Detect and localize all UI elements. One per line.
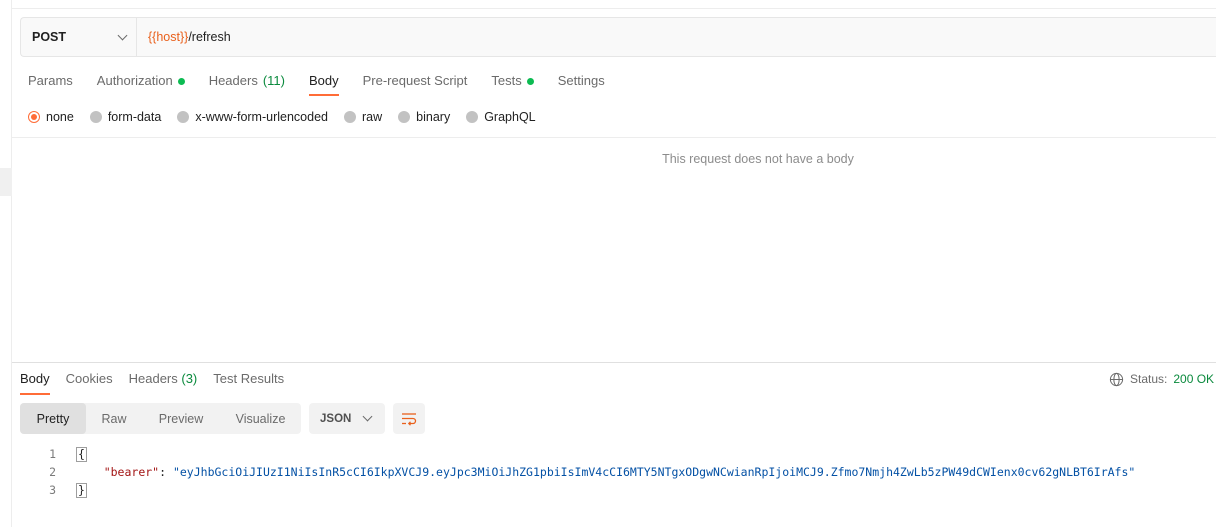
status-area: Status: 200 OK [1109, 370, 1214, 388]
url-input[interactable]: {{host}}/refresh [137, 30, 231, 44]
body-type-options: none form-data x-www-form-urlencoded raw… [28, 108, 536, 126]
tab-label: Headers [208, 73, 258, 88]
headers-count: (3) [181, 371, 198, 386]
body-type-form-data[interactable]: form-data [89, 110, 162, 124]
left-rail [0, 0, 12, 527]
body-type-raw[interactable]: raw [344, 110, 382, 124]
json-key: "bearer" [103, 465, 160, 479]
radio-label: raw [362, 110, 383, 124]
radio-icon[interactable] [177, 111, 190, 123]
tab-label: Settings [557, 73, 605, 88]
response-tab-body[interactable]: Body [20, 370, 50, 396]
tab-settings[interactable]: Settings [558, 72, 605, 90]
radio-selected-icon[interactable] [28, 111, 40, 123]
json-colon: : [159, 465, 173, 479]
tab-label: Body [20, 371, 50, 386]
tab-label: Test Results [213, 371, 285, 386]
headers-count: (11) [262, 73, 285, 88]
request-tabs: Params Authorization Headers (11) Body Pr… [28, 72, 605, 98]
tab-authorization[interactable]: Authorization [97, 72, 185, 90]
status-value[interactable]: 200 OK [1173, 372, 1214, 386]
wrap-lines-icon [402, 412, 417, 426]
radio-label: none [46, 110, 74, 124]
globe-icon[interactable] [1109, 372, 1124, 387]
method-label: POST [32, 30, 67, 44]
url-variable: {{host}} [148, 30, 189, 44]
close-brace: } [76, 482, 87, 498]
radio-icon[interactable] [398, 111, 411, 123]
chevron-down-icon [362, 411, 373, 422]
divider [12, 137, 1216, 138]
tab-label: Cookies [65, 371, 113, 386]
tab-label: Tests [491, 73, 522, 88]
view-preview-button[interactable]: Preview [142, 403, 220, 434]
tab-label: Params [28, 73, 73, 88]
tab-label: Pre-request Script [362, 73, 468, 88]
body-type-none[interactable]: none [28, 110, 74, 124]
radio-icon[interactable] [466, 111, 479, 123]
body-type-binary[interactable]: binary [398, 110, 450, 124]
chevron-down-icon [117, 30, 128, 40]
url-bar: POST {{host}}/refresh [20, 17, 1216, 57]
method-select[interactable]: POST [21, 18, 137, 56]
view-raw-button[interactable]: Raw [86, 403, 142, 434]
response-tabs: Body Cookies Headers (3) Test Results [20, 370, 284, 396]
status-dot-icon [177, 77, 185, 85]
response-tab-headers[interactable]: Headers (3) [129, 370, 198, 396]
url-path: /refresh [188, 30, 231, 44]
status-label: Status: [1130, 372, 1168, 386]
body-type-urlencoded[interactable]: x-www-form-urlencoded [177, 110, 328, 124]
top-strip [12, 0, 1216, 9]
body-type-graphql[interactable]: GraphQL [466, 110, 536, 124]
tab-params[interactable]: Params [28, 72, 73, 90]
line-number: 1 [49, 447, 56, 461]
rail-marker [0, 168, 12, 196]
tab-pre-request-script[interactable]: Pre-request Script [363, 72, 468, 90]
format-label: JSON [320, 412, 352, 425]
tab-headers[interactable]: Headers (11) [209, 72, 285, 90]
view-pretty-button[interactable]: Pretty [20, 403, 86, 434]
view-visualize-button[interactable]: Visualize [220, 403, 301, 434]
tab-label: Authorization [96, 73, 173, 88]
tab-tests[interactable]: Tests [491, 72, 534, 90]
radio-icon[interactable] [344, 111, 356, 123]
format-select[interactable]: JSON [309, 403, 385, 434]
view-mode-group: Pretty Raw Preview Visualize [20, 403, 301, 434]
json-value: "eyJhbGciOiJIUzI1NiIsInR5cCI6IkpXVCJ9.ey… [172, 465, 1136, 479]
tab-label: Body [308, 73, 339, 88]
code-line: 1 { [20, 445, 1135, 463]
tab-label: Headers [128, 371, 178, 386]
radio-label: form-data [107, 110, 162, 124]
line-number: 3 [49, 483, 56, 497]
response-code[interactable]: 1 { 2 "bearer": "eyJhbGciOiJIUzI1NiIsInR… [20, 445, 1135, 499]
wrap-lines-button[interactable] [393, 403, 425, 434]
response-tab-cookies[interactable]: Cookies [66, 370, 113, 396]
status-dot-icon [526, 77, 534, 85]
radio-label: x-www-form-urlencoded [195, 110, 328, 124]
tab-body[interactable]: Body [308, 72, 339, 96]
radio-label: binary [416, 110, 451, 124]
response-tab-test-results[interactable]: Test Results [213, 370, 284, 396]
radio-label: GraphQL [484, 110, 536, 124]
pane-resize-handle[interactable] [12, 362, 1216, 363]
radio-icon[interactable] [89, 111, 102, 123]
code-line: 2 "bearer": "eyJhbGciOiJIUzI1NiIsInR5cCI… [20, 463, 1135, 481]
no-body-message: This request does not have a body [662, 152, 854, 166]
open-brace: { [76, 446, 87, 462]
line-number: 2 [49, 465, 56, 479]
code-line: 3 } [20, 481, 1135, 499]
